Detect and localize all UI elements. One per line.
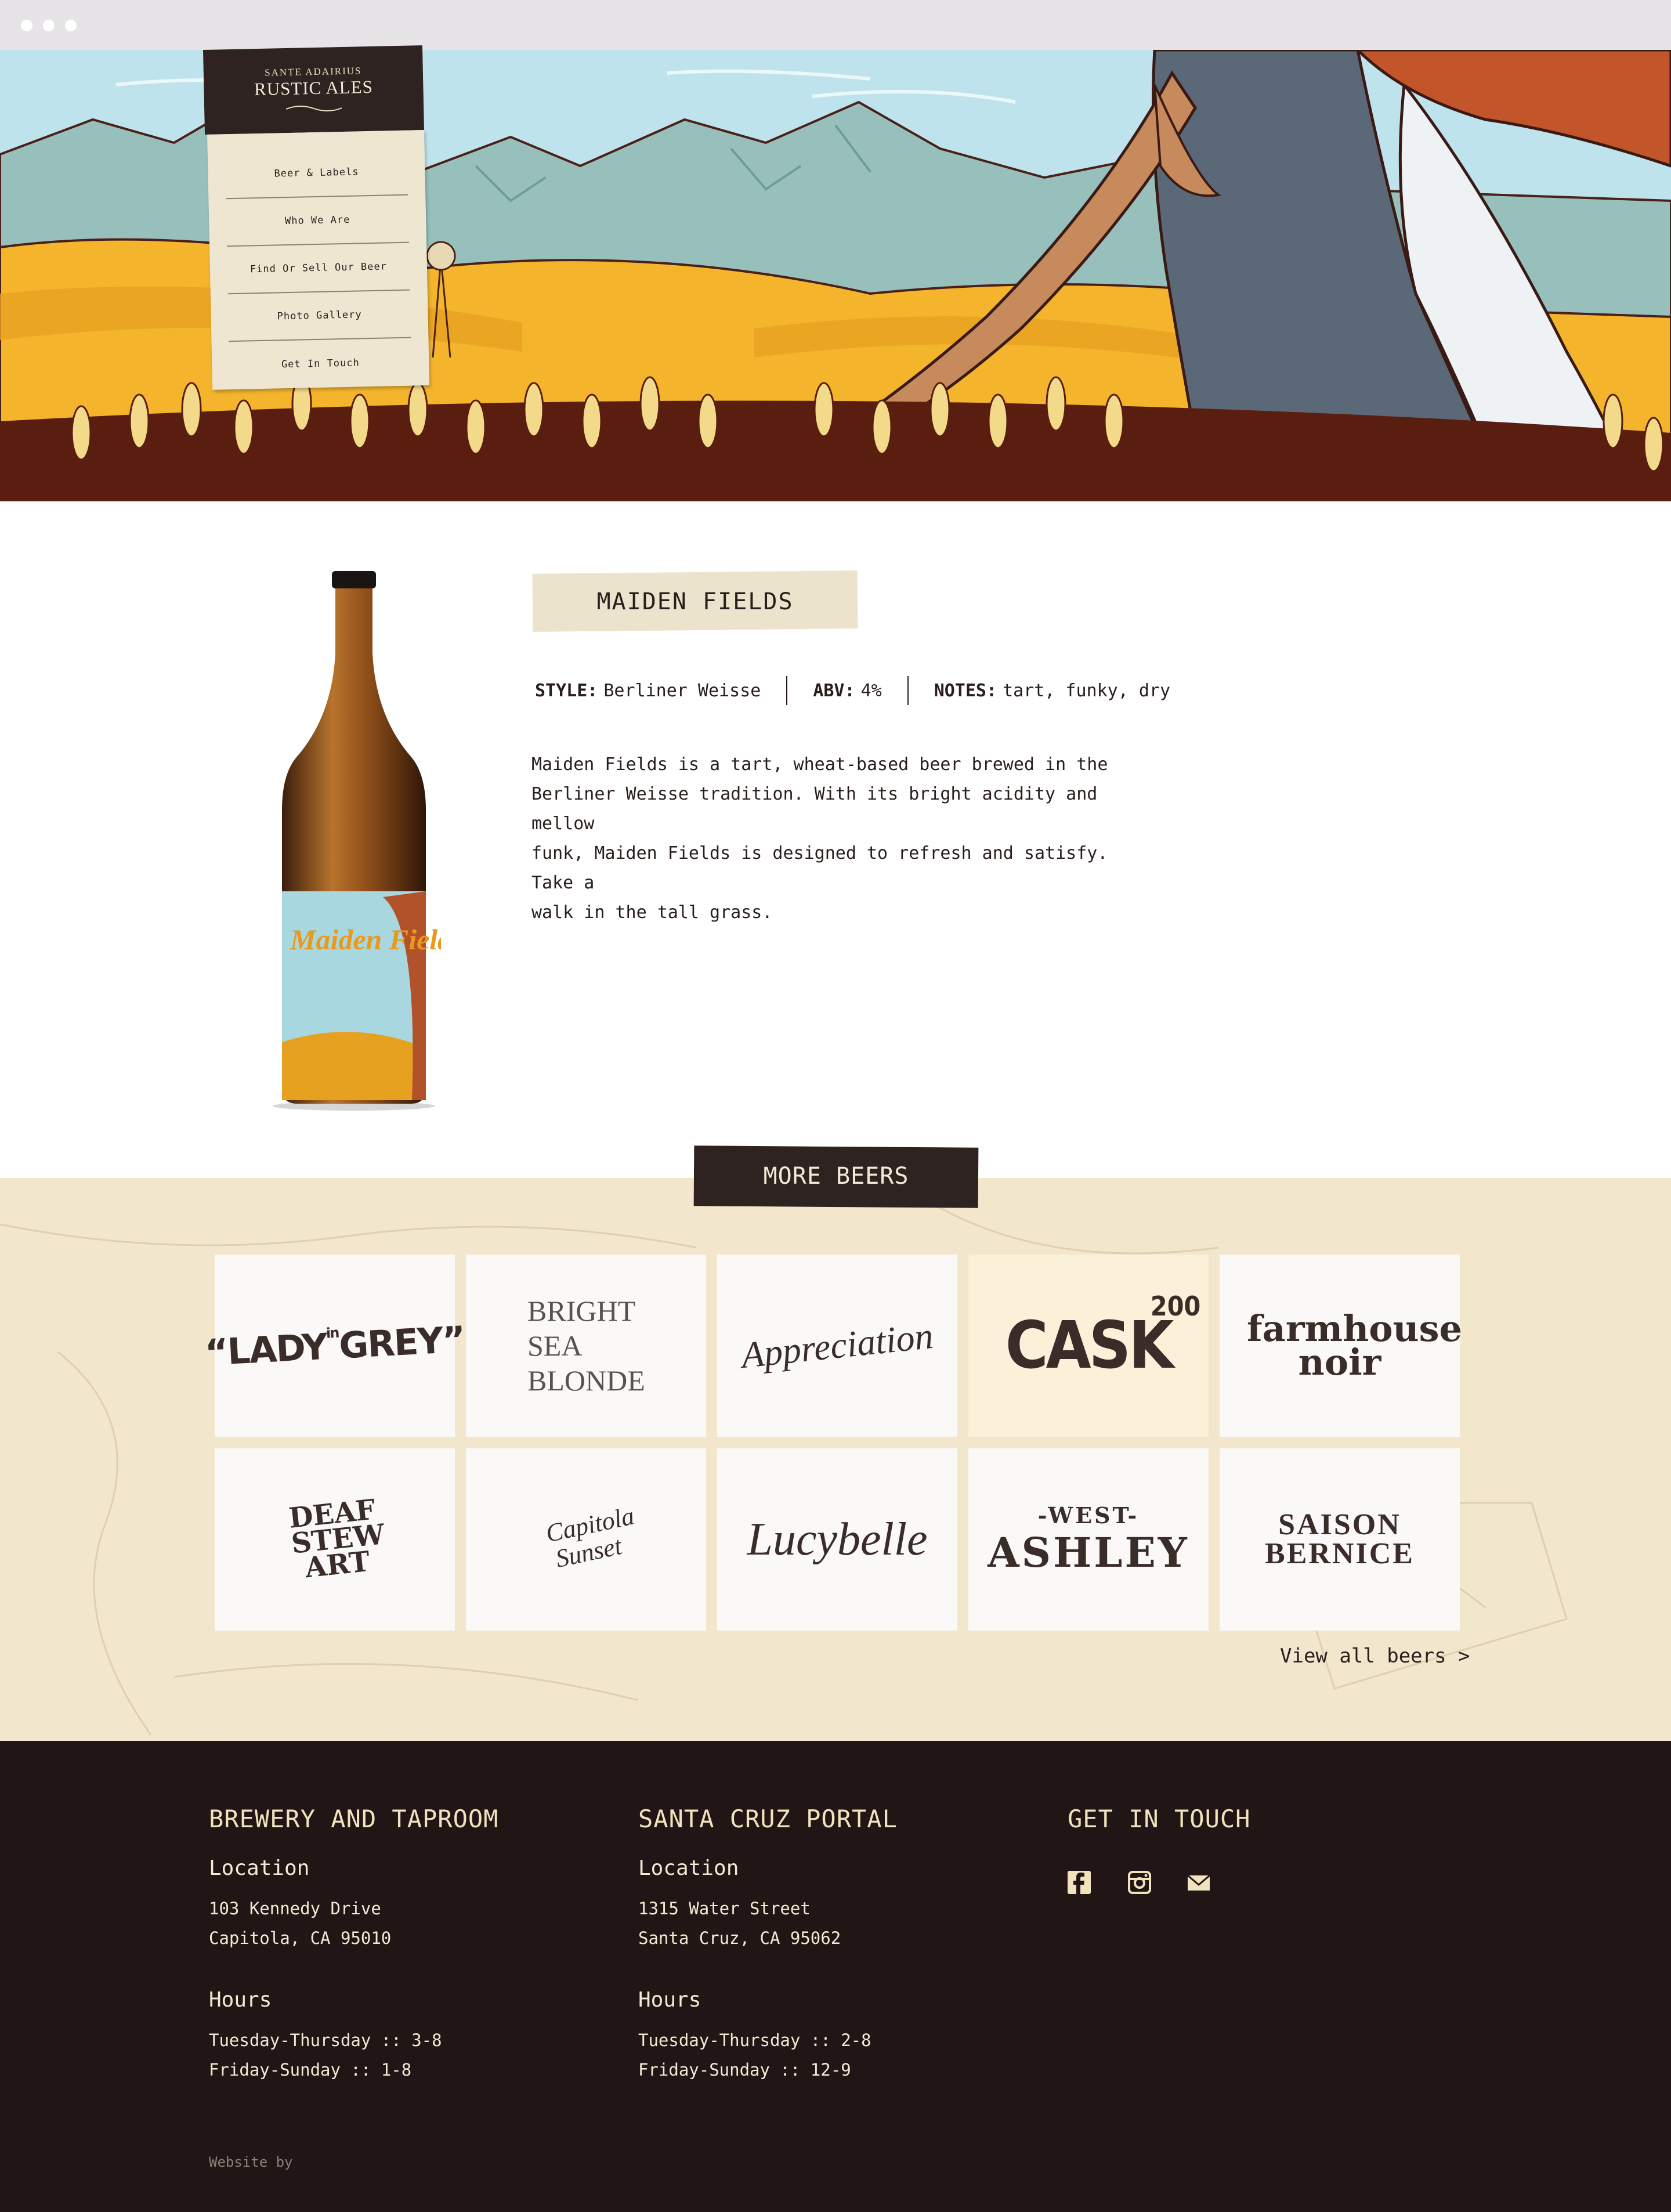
description-line: Berliner Weisse tradition. With its brig… xyxy=(531,784,1098,834)
facebook-icon[interactable] xyxy=(1068,1871,1091,1894)
nav-item-get-in-touch[interactable]: Get In Touch xyxy=(229,338,413,390)
logo-big-text: RUSTIC ALES xyxy=(254,76,374,100)
more-beers-button[interactable]: MORE BEERS xyxy=(693,1145,979,1208)
spec-style: STYLE: Berliner Weisse xyxy=(535,681,761,701)
hours-line: Tuesday-Thursday :: 2-8 xyxy=(638,2030,871,2050)
window-dot-icon xyxy=(43,20,55,31)
tile-logo-text: CASK 200 xyxy=(1005,1291,1201,1383)
beer-tile-farmhouse-noir[interactable]: farmhouse noir xyxy=(1220,1255,1462,1437)
footer-column-title: SANTA CRUZ PORTAL xyxy=(638,1805,898,1833)
spec-abv: ABV: 4% xyxy=(813,681,881,701)
spec-value: Berliner Weisse xyxy=(603,680,761,701)
tile-logo-text: Capitola Sunset xyxy=(543,1501,637,1573)
beer-tile-cask-200[interactable]: CASK 200 xyxy=(968,1255,1209,1437)
footer-rough-edge xyxy=(0,1741,1671,1758)
tile-logo-text: Appreciation xyxy=(739,1314,935,1376)
hours-line: Friday-Sunday :: 1-8 xyxy=(209,2060,412,2080)
tile-logo-text: “LADYinGREY” xyxy=(204,1317,466,1374)
beer-specs: STYLE: Berliner Weisse ABV: 4% NOTES: ta… xyxy=(535,673,1170,708)
location-label: Location xyxy=(638,1856,739,1880)
hours-line: Tuesday-Thursday :: 3-8 xyxy=(209,2030,442,2050)
hours-label: Hours xyxy=(638,1988,701,2012)
description-line: funk, Maiden Fields is designed to refre… xyxy=(531,843,1108,893)
address-line: Capitola, CA 95010 xyxy=(209,1928,392,1948)
spec-notes: NOTES: tart, funky, dry xyxy=(934,681,1170,701)
beer-name-tag: MAIDEN FIELDS xyxy=(532,570,858,632)
nav-item-photo-gallery[interactable]: Photo Gallery xyxy=(227,290,411,342)
footer-column-title: GET IN TOUCH xyxy=(1068,1805,1251,1833)
instagram-icon[interactable] xyxy=(1128,1871,1151,1894)
hours-label: Hours xyxy=(209,1988,272,2012)
footer-column-santa-cruz: SANTA CRUZ PORTAL Location 1315 Water St… xyxy=(638,1805,898,2085)
address-line: 1315 Water Street xyxy=(638,1899,811,1918)
flourish-icon xyxy=(285,106,342,112)
site-nav-tag: SANTE ADAIRIUS RUSTIC ALES Beer & Labels… xyxy=(203,45,436,392)
beer-tile-saison-bernice[interactable]: SAISON BERNICE xyxy=(1220,1448,1460,1631)
browser-chrome xyxy=(0,0,1671,50)
spec-label: NOTES: xyxy=(934,680,997,701)
nav-item-who-we-are[interactable]: Who We Are xyxy=(226,195,410,247)
nav-item-find-or-sell[interactable]: Find Or Sell Our Beer xyxy=(227,243,410,295)
footer-column-contact: GET IN TOUCH xyxy=(1068,1805,1250,1856)
description-line: walk in the tall grass. xyxy=(531,902,773,923)
nav-item-beer-labels[interactable]: Beer & Labels xyxy=(225,147,408,200)
location-label: Location xyxy=(209,1856,310,1880)
footer-column-title: BREWERY AND TAPROOM xyxy=(209,1805,499,1833)
nav-menu: Beer & Labels Who We Are Find Or Sell Ou… xyxy=(207,130,430,390)
address-line: Santa Cruz, CA 95062 xyxy=(638,1928,841,1948)
site-logo[interactable]: SANTE ADAIRIUS RUSTIC ALES xyxy=(203,45,424,135)
beer-tile-capitola-sunset[interactable]: Capitola Sunset xyxy=(466,1448,706,1631)
window-dot-icon xyxy=(21,20,32,31)
tile-logo-text: Lucybelle xyxy=(747,1513,928,1565)
beer-tile-west-ashley[interactable]: -WEST- ASHLEY xyxy=(968,1448,1209,1631)
view-all-beers-link[interactable]: View all beers > xyxy=(1280,1644,1470,1668)
beer-tile-deaf-stew-art[interactable]: DEAF STEW ART xyxy=(215,1448,455,1631)
spec-value: 4% xyxy=(860,680,882,701)
beer-name: MAIDEN FIELDS xyxy=(596,588,794,615)
tile-logo-text: BRIGHT SEA BLONDE xyxy=(527,1295,645,1397)
more-beers-label: MORE BEERS xyxy=(763,1163,909,1190)
tile-logo-subtext: -WEST- xyxy=(1037,1502,1140,1528)
beer-tile-lady-in-grey[interactable]: “LADYinGREY” xyxy=(204,1255,466,1437)
spec-divider xyxy=(786,676,788,705)
address-line: 103 Kennedy Drive xyxy=(209,1899,381,1918)
mail-icon[interactable] xyxy=(1187,1871,1210,1894)
beer-tile-appreciation[interactable]: Appreciation xyxy=(717,1255,957,1437)
footer-column-brewery: BREWERY AND TAPROOM Location 103 Kennedy… xyxy=(209,1805,498,2085)
spec-divider xyxy=(907,676,909,705)
spec-label: STYLE: xyxy=(535,680,598,701)
spec-value: tart, funky, dry xyxy=(1003,680,1171,701)
description-line: Maiden Fields is a tart, wheat-based bee… xyxy=(531,754,1108,775)
tile-logo-text: ASHLEY xyxy=(988,1528,1189,1577)
beer-description: Maiden Fields is a tart, wheat-based bee… xyxy=(531,750,1146,927)
website-credit[interactable]: Website by xyxy=(209,2154,293,2170)
bottle-label-text: Maiden Fields xyxy=(290,923,441,956)
tile-logo-text: DEAF STEW ART xyxy=(287,1493,386,1585)
beer-tile-bright-sea-blonde[interactable]: BRIGHT SEA BLONDE xyxy=(466,1255,706,1437)
beer-bottle-image: Maiden Fields xyxy=(273,571,441,1111)
spec-label: ABV: xyxy=(813,680,855,701)
beer-tile-lucybelle[interactable]: Lucybelle xyxy=(717,1448,957,1631)
hours-line: Friday-Sunday :: 12-9 xyxy=(638,2060,851,2080)
window-dot-icon xyxy=(65,20,77,31)
tile-logo-text: SAISON BERNICE xyxy=(1265,1508,1415,1570)
tile-logo-text: farmhouse noir xyxy=(1247,1307,1462,1383)
